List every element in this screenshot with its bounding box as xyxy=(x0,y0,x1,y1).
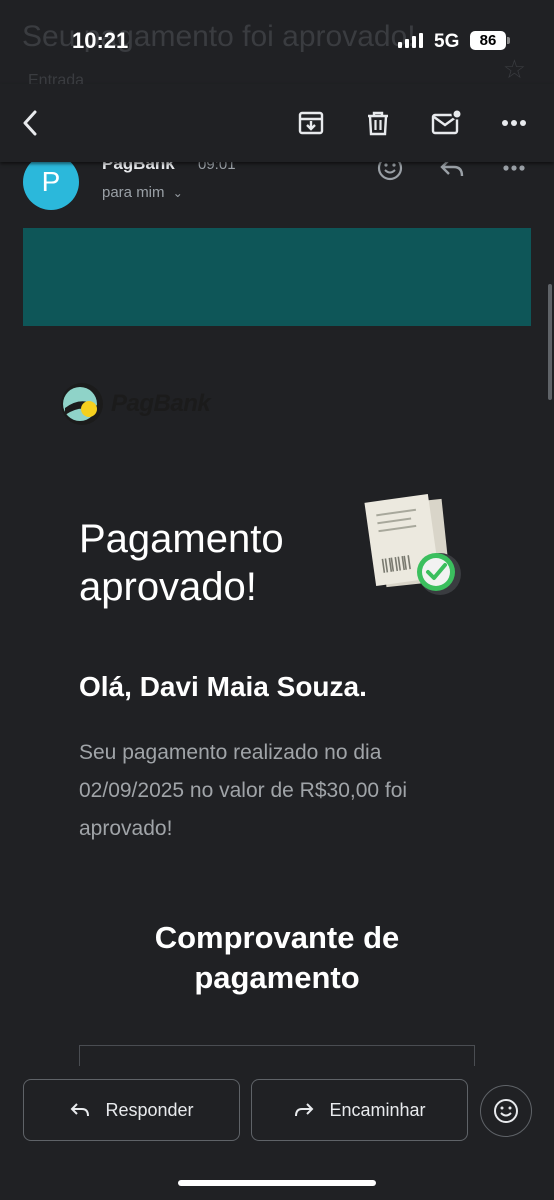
back-arrow-icon[interactable] xyxy=(12,104,50,142)
status-bar: Seu pagamento foi aprovado! Entrada ☆ 10… xyxy=(0,0,554,89)
email-banner xyxy=(23,228,531,326)
ghost-star-icon: ☆ xyxy=(502,54,526,84)
reply-button[interactable]: Responder xyxy=(23,1079,240,1141)
avatar[interactable]: P xyxy=(23,154,79,210)
email-body-text: Seu pagamento realizado no dia 02/09/202… xyxy=(79,741,408,840)
chevron-down-icon: ⌄ xyxy=(172,186,183,200)
emoji-icon xyxy=(494,1099,518,1123)
email-greeting: Olá, Davi Maia Souza. xyxy=(79,671,367,702)
email-toolbar xyxy=(0,84,554,162)
email-headline: Pagamento aprovado! xyxy=(79,517,284,609)
recipient-label: para mim xyxy=(102,184,165,201)
bottom-action-bar: Responder Encaminhar xyxy=(0,1066,554,1200)
receipt-check-icon xyxy=(360,490,470,605)
pagbank-logo: PagBank xyxy=(59,381,211,427)
more-vert-icon[interactable] xyxy=(495,104,533,142)
signal-icon xyxy=(398,32,423,48)
recipient-toggle[interactable]: para mim ⌄ xyxy=(102,184,183,201)
mark-unread-icon[interactable] xyxy=(427,104,465,142)
forward-label: Encaminhar xyxy=(329,1099,426,1120)
trash-icon[interactable] xyxy=(359,104,397,142)
pagbank-logo-icon xyxy=(61,383,103,425)
archive-icon[interactable] xyxy=(292,104,330,142)
reply-icon xyxy=(71,1103,90,1117)
reply-label: Responder xyxy=(105,1099,194,1120)
emoji-react-button[interactable] xyxy=(480,1085,532,1137)
home-indicator[interactable] xyxy=(178,1180,376,1186)
status-time: 10:21 xyxy=(72,28,129,53)
network-type: 5G xyxy=(434,31,460,52)
battery-icon: 86 xyxy=(470,31,510,50)
forward-icon xyxy=(295,1103,314,1117)
receipt-title: Comprovante de pagamento xyxy=(154,920,400,995)
logo-text: PagBank xyxy=(111,390,211,417)
forward-button[interactable]: Encaminhar xyxy=(251,1079,468,1141)
scrollbar[interactable] xyxy=(548,284,552,400)
